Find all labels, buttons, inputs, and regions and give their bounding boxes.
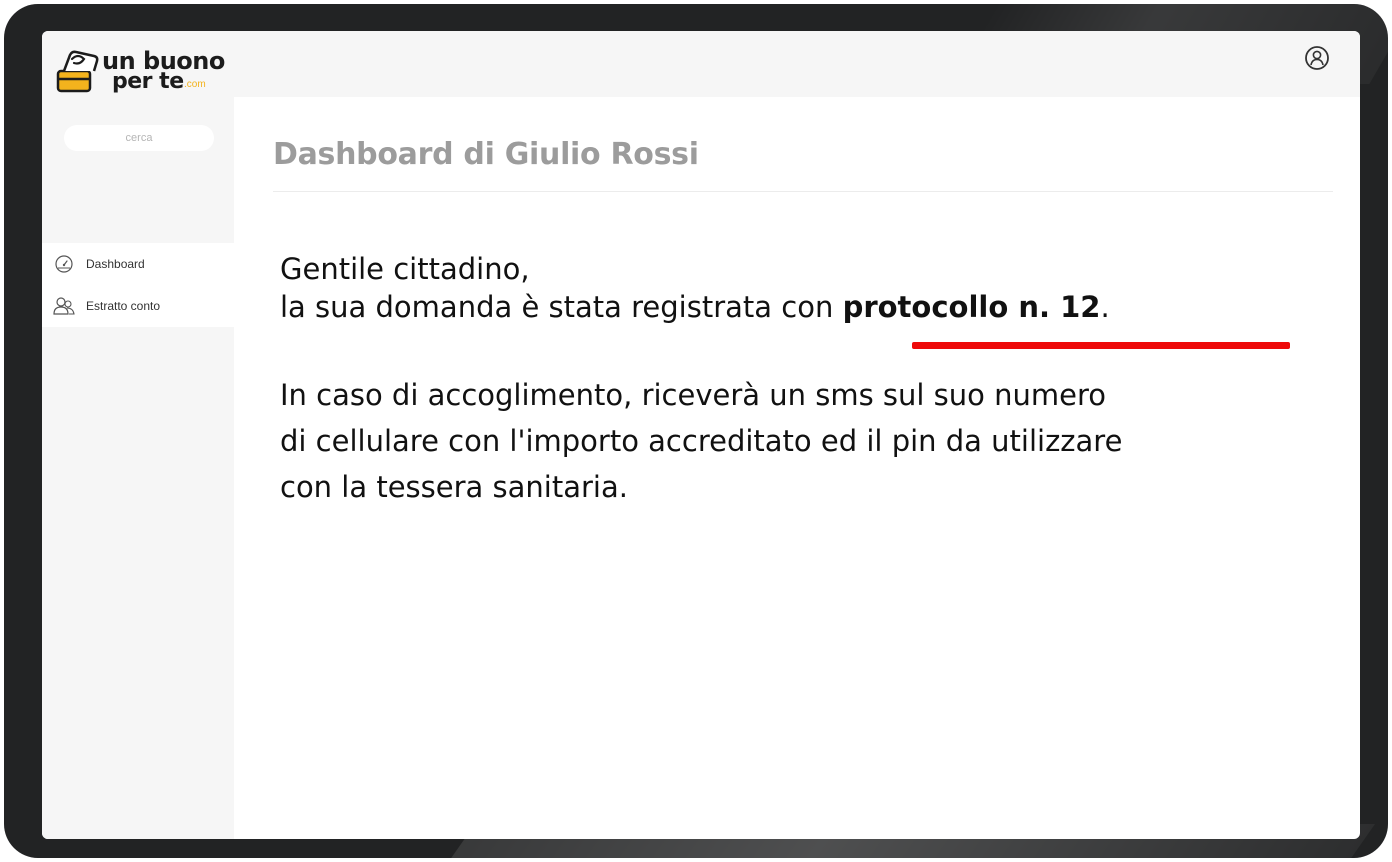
protocol-number: protocollo n. 12 [842, 290, 1101, 324]
sidebar: un buono per te .com Dashboard [42, 31, 234, 839]
top-bar [234, 31, 1360, 97]
registration-message: la sua domanda è stata registrata con pr… [280, 289, 1110, 325]
search-input[interactable] [64, 125, 214, 151]
sidebar-item-estratto-conto[interactable]: Estratto conto [42, 285, 234, 327]
protocol-highlight-underline [912, 342, 1290, 349]
users-icon [52, 294, 76, 318]
wallet-logo-icon [56, 50, 99, 93]
info-text-line: con la tessera sanitaria. [280, 470, 628, 504]
info-text-line: di cellulare con l'importo accreditato e… [280, 424, 1123, 458]
logo-domain: .com [184, 79, 206, 90]
logo-text-line2: per te [112, 69, 184, 94]
user-circle-icon[interactable] [1304, 45, 1330, 71]
device-frame: un buono per te .com Dashboard [4, 4, 1388, 858]
title-divider [273, 191, 1333, 192]
gauge-icon [52, 252, 76, 276]
sidebar-item-label: Dashboard [86, 257, 145, 271]
sidebar-item-label: Estratto conto [86, 299, 161, 313]
app-logo[interactable]: un buono per te .com [56, 45, 226, 101]
registration-suffix: . [1100, 290, 1110, 324]
registration-prefix: la sua domanda è stata registrata con [280, 290, 843, 324]
app-screen: un buono per te .com Dashboard [42, 31, 1360, 839]
sidebar-item-dashboard[interactable]: Dashboard [42, 243, 234, 285]
page-title: Dashboard di Giulio Rossi [273, 137, 699, 172]
greeting-text: Gentile cittadino, [280, 252, 530, 286]
info-text-line: In caso di accoglimento, riceverà un sms… [280, 378, 1107, 412]
